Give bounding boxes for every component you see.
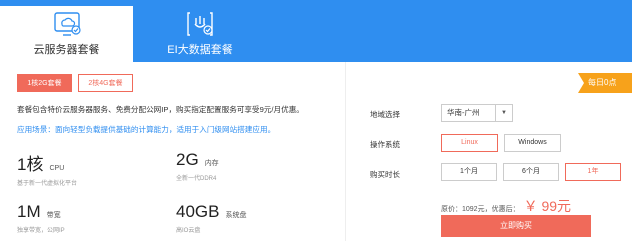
price-row: 原价：1092元，优惠后： ￥ 99元 <box>441 196 571 216</box>
spec-subtext: 高IO云盘 <box>176 228 201 234</box>
config-option-2c4g[interactable]: 2核4G套餐 <box>78 74 133 92</box>
spec-value: 1M <box>17 202 41 221</box>
duration-label: 购买时长 <box>370 170 400 179</box>
spec-subtext: 基于新一代虚拟化平台 <box>17 181 78 187</box>
spec-unit: 带宽 <box>46 212 61 219</box>
os-option-linux[interactable]: Linux <box>441 134 498 152</box>
daily-promo-banner: 每日0点 <box>578 73 632 93</box>
application-scenario: 应用场景：面向轻型负载提供基础的计算能力，适用于入门级网站搭建应用。 <box>17 125 276 134</box>
duration-option-6-months[interactable]: 6个月 <box>503 163 559 181</box>
original-price: 1092元， <box>462 206 492 213</box>
tab-label: EI大数据套餐 <box>167 44 233 56</box>
duration-option-1-month[interactable]: 1个月 <box>441 163 497 181</box>
tab-cloud-server[interactable]: 云服务器套餐 <box>0 6 133 62</box>
os-label: 操作系统 <box>370 140 400 149</box>
spec-memory: 2G 内存 全新一代DDR4 <box>176 150 219 182</box>
spec-bandwidth: 1M 带宽 独享带宽，公网IP <box>17 202 65 234</box>
purchase-panel: 每日0点 地域选择 华南-广州 ▼ 操作系统 Linux Windows 购买时… <box>345 62 632 241</box>
package-tabs-bar: 云服务器套餐 EI大数据套餐 <box>0 0 632 62</box>
spec-unit: 内存 <box>204 160 219 167</box>
duration-option-1-year[interactable]: 1年 <box>565 163 621 181</box>
spec-subtext: 独享带宽，公网IP <box>17 228 65 234</box>
spec-value: 1核 <box>17 155 44 174</box>
tab-label: 云服务器套餐 <box>33 44 100 56</box>
spec-value: 40GB <box>176 202 220 221</box>
chevron-down-icon: ▼ <box>495 105 512 121</box>
config-option-1c2g[interactable]: 1核2G套餐 <box>17 74 72 92</box>
spec-cpu: 1核 CPU 基于新一代虚拟化平台 <box>17 150 77 187</box>
package-description: 套餐包含特价云服务器服务、免费分配公网IP，购买指定配置服务可享受9元/月优惠。 <box>17 105 304 114</box>
spec-value: 2G <box>176 150 199 169</box>
region-value: 华南-广州 <box>447 108 480 117</box>
spec-unit: CPU <box>49 165 65 172</box>
region-select[interactable]: 华南-广州 ▼ <box>441 104 513 122</box>
spec-unit: 系统盘 <box>225 212 247 219</box>
os-option-windows[interactable]: Windows <box>504 134 561 152</box>
package-details: 1核2G套餐 2核4G套餐 套餐包含特价云服务器服务、免费分配公网IP，购买指定… <box>0 62 345 241</box>
discount-label: 优惠后： <box>491 206 520 213</box>
tab-ei-data[interactable]: EI大数据套餐 <box>145 6 255 62</box>
region-label: 地域选择 <box>370 110 400 119</box>
ei-data-icon <box>187 12 213 36</box>
discount-price: ￥ 99元 <box>523 198 572 214</box>
original-price-label: 原价： <box>441 206 462 213</box>
spec-disk: 40GB 系统盘 高IO云盘 <box>176 202 246 234</box>
cloud-server-icon <box>53 12 81 36</box>
buy-now-button[interactable]: 立即购买 <box>441 215 591 237</box>
spec-subtext: 全新一代DDR4 <box>176 176 217 182</box>
